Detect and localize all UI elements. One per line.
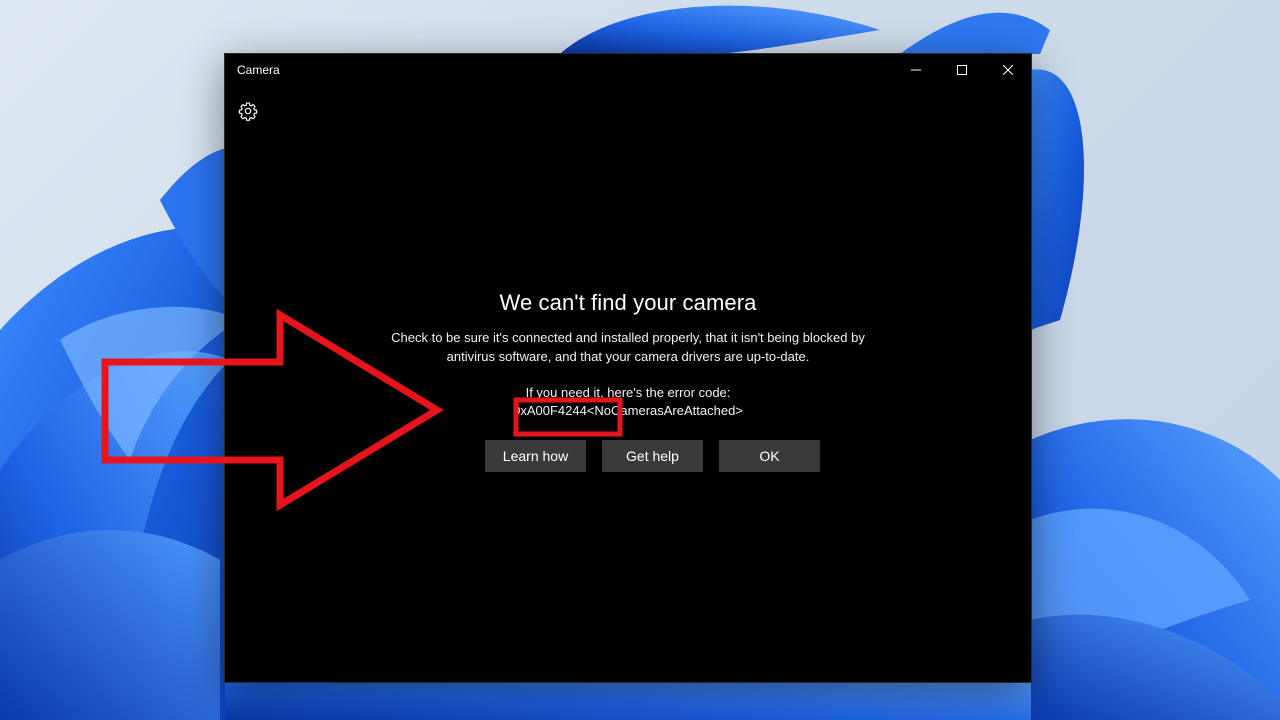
window-controls <box>893 54 1031 86</box>
error-heading: We can't find your camera <box>499 290 757 315</box>
error-code-intro: If you need it, here's the error code: <box>525 385 731 400</box>
camera-app-window: Camera We can't find your camera Check t… <box>225 54 1031 682</box>
ok-button[interactable]: OK <box>719 440 820 472</box>
close-icon <box>1003 65 1013 75</box>
settings-button[interactable] <box>237 100 259 122</box>
maximize-button[interactable] <box>939 54 985 86</box>
app-title: Camera <box>237 63 280 77</box>
action-buttons: Learn how Get help OK <box>485 440 820 472</box>
gear-icon <box>238 102 258 121</box>
minimize-button[interactable] <box>893 54 939 86</box>
minimize-icon <box>911 69 921 71</box>
maximize-icon <box>957 65 967 75</box>
error-message: Check to be sure it's connected and inst… <box>391 330 865 364</box>
learn-how-button[interactable]: Learn how <box>485 440 586 472</box>
error-code: 0xA00F4244<NoCamerasAreAttached> <box>513 403 743 418</box>
close-button[interactable] <box>985 54 1031 86</box>
error-panel: We can't find your camera Check to be su… <box>225 290 1031 420</box>
get-help-button[interactable]: Get help <box>602 440 703 472</box>
title-bar[interactable]: Camera <box>225 54 1031 86</box>
